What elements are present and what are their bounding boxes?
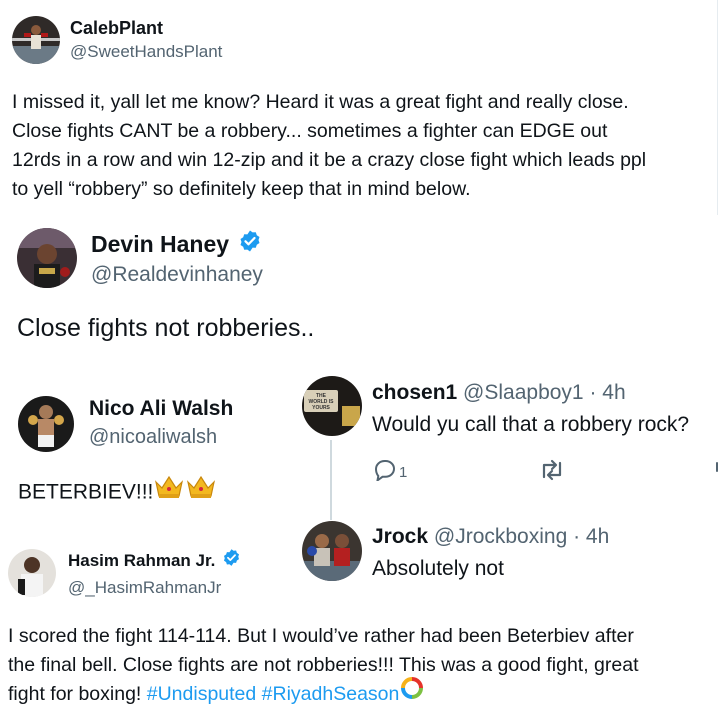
author-handle[interactable]: @Slaapboy1 <box>463 381 584 404</box>
reply-timestamp[interactable]: · 4h <box>573 525 609 548</box>
avatar-devinhaney[interactable] <box>17 228 77 288</box>
author-name: Hasim Rahman Jr. <box>68 548 241 572</box>
tweet-text: I missed it, yall let me know? Heard it … <box>12 88 646 204</box>
tweet-text-line: to yell “robbery” so definitely keep tha… <box>12 178 471 200</box>
reply-text: Would yu call that a robbery rock? <box>372 413 690 436</box>
author-name[interactable]: Nico Ali Walsh <box>89 397 233 421</box>
author-name: Devin Haney <box>91 229 262 259</box>
author-handle[interactable]: @_HasimRahmanJr <box>68 578 221 598</box>
author-name[interactable]: chosen1 <box>372 381 457 404</box>
tweet-text-content: BETERBIEV!!! <box>18 480 154 504</box>
author-handle[interactable]: @nicoaliwalsh <box>89 426 217 449</box>
verified-badge-icon <box>238 229 262 259</box>
avatar-nicoaliwalsh[interactable] <box>18 396 74 452</box>
tweet-text: Close fights not robberies.. <box>17 314 315 342</box>
crown-emoji-icon <box>154 474 184 506</box>
tweet-text-line: Close fights CANT be a robbery... someti… <box>12 120 608 142</box>
thread-connector-line <box>330 440 332 520</box>
riyadh-season-hashflag-icon <box>401 677 424 708</box>
reply-text: Absolutely not <box>372 557 504 580</box>
author-name-text[interactable]: Hasim Rahman Jr. <box>68 551 215 570</box>
reply-meta: Jrock @Jrockboxing · 4h <box>372 525 609 549</box>
edge-marker <box>716 462 718 472</box>
tweet-text-line: the final bell. Close fights are not rob… <box>8 654 639 676</box>
reply-timestamp[interactable]: · 4h <box>589 381 625 404</box>
author-handle[interactable]: @SweetHandsPlant <box>70 42 222 62</box>
scroll-edge <box>717 0 718 215</box>
avatar-sign-text: THE WORLD IS YOURS <box>308 393 334 411</box>
avatar-calebplant[interactable] <box>12 16 60 64</box>
author-handle[interactable]: @Jrockboxing <box>434 525 567 548</box>
retweet-icon[interactable] <box>539 459 565 481</box>
author-name[interactable]: CalebPlant <box>70 18 163 39</box>
tweet-text: BETERBIEV!!! <box>18 475 216 506</box>
tweet-text-line: 12rds in a row and win 12-zip and it be … <box>12 149 647 171</box>
hashtag-link[interactable]: #Undisputed <box>147 683 257 705</box>
avatar-chosen1[interactable]: THE WORLD IS YOURS <box>302 376 362 436</box>
author-name-text[interactable]: Devin Haney <box>91 231 229 257</box>
avatar-hasimrahmanjr[interactable] <box>8 549 56 597</box>
tweet-text-line: fight for boxing! #Undisputed #RiyadhSea… <box>8 677 639 709</box>
verified-badge-icon <box>222 548 241 572</box>
tweet-text-line: I scored the fight 114-114. But I would’… <box>8 625 634 647</box>
crown-emoji-icon <box>186 474 216 506</box>
author-name[interactable]: Jrock <box>372 525 428 548</box>
author-handle[interactable]: @Realdevinhaney <box>91 263 263 287</box>
hashtag-link[interactable]: #RiyadhSeason <box>262 683 400 705</box>
reply-count: 1 <box>399 464 408 481</box>
tweet-text-line: I missed it, yall let me know? Heard it … <box>12 91 629 113</box>
reply-meta: chosen1 @Slaapboy1 · 4h <box>372 381 626 405</box>
reply-action[interactable]: 1 <box>373 459 408 483</box>
reply-comment-icon <box>373 459 397 486</box>
tweet-text: I scored the fight 114-114. But I would’… <box>8 622 639 709</box>
avatar-jrock[interactable] <box>302 521 362 581</box>
tweet-text-segment: fight for boxing! <box>8 683 147 705</box>
